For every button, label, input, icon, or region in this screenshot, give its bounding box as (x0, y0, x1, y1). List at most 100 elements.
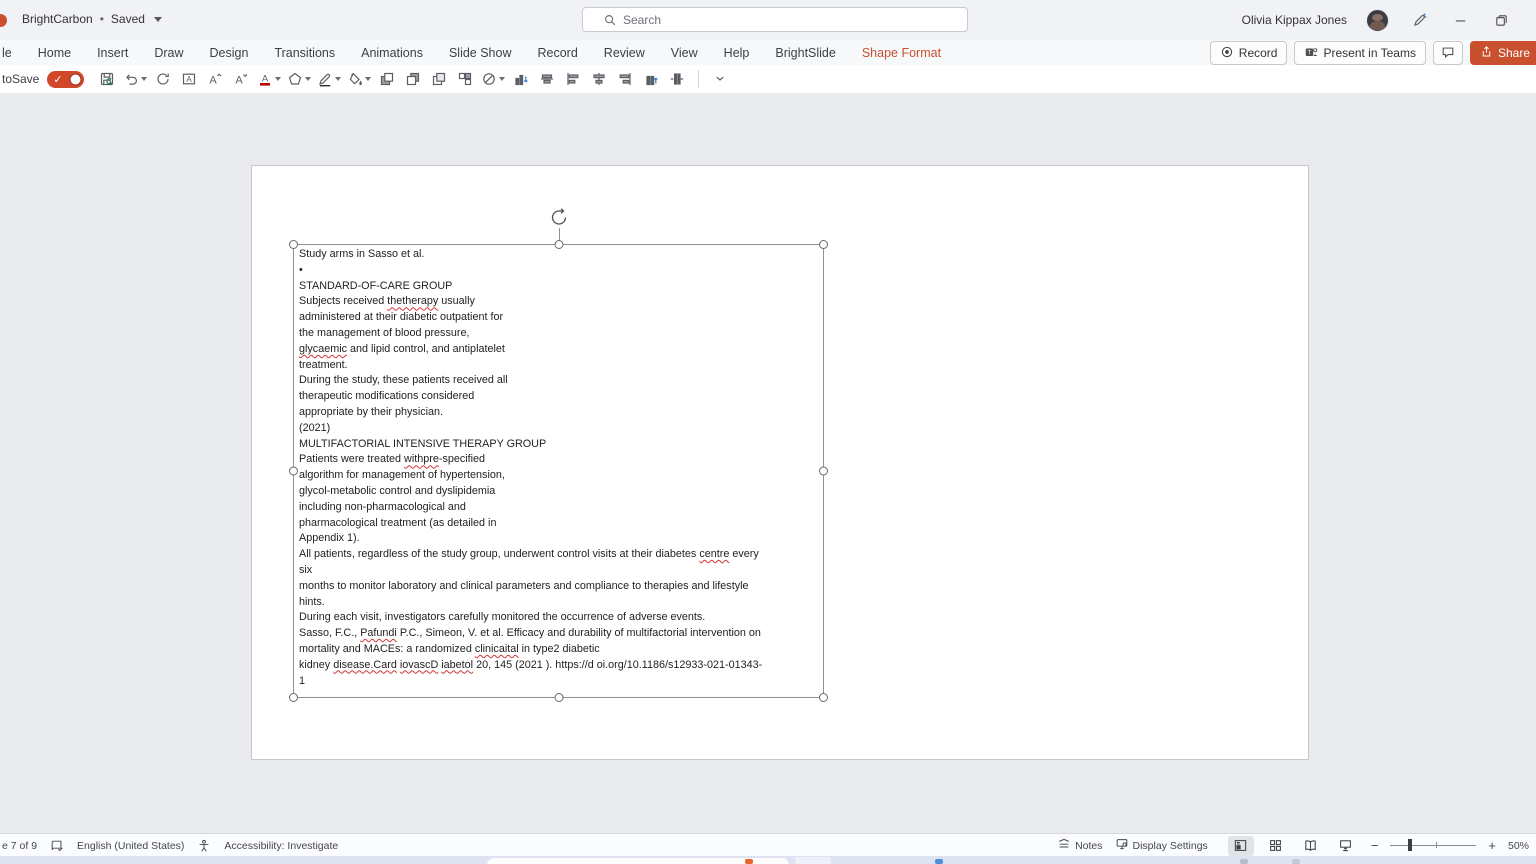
menu-tab-shape-format[interactable]: Shape Format (862, 46, 941, 60)
taskbar-app-icon[interactable] (1240, 859, 1248, 864)
textbox-line[interactable]: six (299, 563, 823, 579)
textbox-line[interactable]: STANDARD-OF-CARE GROUP (299, 279, 823, 295)
rotate-handle-icon[interactable] (548, 207, 569, 233)
resize-handle-bottom-right[interactable] (819, 693, 828, 702)
align-bottom-icon[interactable] (510, 68, 532, 90)
avatar[interactable] (1366, 8, 1389, 32)
taskbar-active-app[interactable] (795, 857, 831, 864)
increase-font-icon[interactable]: A (204, 68, 226, 90)
menu-tab-le[interactable]: le (2, 46, 12, 60)
fill-color-icon[interactable] (346, 68, 372, 90)
align-top-icon[interactable] (640, 68, 662, 90)
bring-to-front-icon[interactable] (428, 68, 450, 90)
menu-tab-slide-show[interactable]: Slide Show (449, 46, 512, 60)
minimize-button[interactable] (1449, 9, 1471, 31)
search-input[interactable]: Search (582, 7, 968, 32)
menu-tab-brightslide[interactable]: BrightSlide (775, 46, 835, 60)
zoom-slider-knob[interactable] (1408, 839, 1413, 851)
misspelled-word[interactable]: centre (699, 548, 729, 560)
zoom-slider[interactable] (1390, 839, 1477, 851)
taskbar-app-icon[interactable] (745, 859, 753, 864)
menu-tab-transitions[interactable]: Transitions (274, 46, 335, 60)
resize-handle-bottom-left[interactable] (289, 693, 298, 702)
textbox-line[interactable]: Subjects received thetherapy usually (299, 294, 823, 310)
windows-taskbar[interactable] (0, 856, 1536, 864)
slideshow-view-button[interactable] (1333, 836, 1359, 856)
redo-icon[interactable] (152, 68, 174, 90)
spell-check-icon[interactable] (50, 839, 64, 853)
menu-tab-help[interactable]: Help (724, 46, 750, 60)
notes-button[interactable]: Notes (1057, 837, 1103, 854)
shape-outline-icon[interactable] (286, 68, 312, 90)
textbox-line[interactable]: During each visit, investigators careful… (299, 610, 823, 626)
language-indicator[interactable]: English (United States) (77, 840, 184, 852)
zoom-level[interactable]: 50% (1508, 840, 1532, 852)
textbox-line[interactable]: glycol-metabolic control and dyslipidemi… (299, 484, 823, 500)
display-settings-button[interactable]: Display Settings (1115, 837, 1208, 854)
textbox-line[interactable]: administered at their diabetic outpatien… (299, 310, 823, 326)
menu-tab-design[interactable]: Design (210, 46, 249, 60)
reading-view-button[interactable] (1298, 836, 1324, 856)
align-right-icon[interactable] (614, 68, 636, 90)
textbox-line[interactable]: including non-pharmacological and (299, 500, 823, 516)
restore-button[interactable] (1490, 9, 1512, 31)
save-icon[interactable] (96, 68, 118, 90)
misspelled-word[interactable]: glycaemic (299, 343, 347, 355)
present-in-teams-button[interactable]: T Present in Teams (1294, 41, 1426, 65)
textbox-line[interactable]: the management of blood pressure, (299, 326, 823, 342)
textbox-line[interactable]: MULTIFACTORIAL INTENSIVE THERAPY GROUP (299, 437, 823, 453)
menu-tab-insert[interactable]: Insert (97, 46, 128, 60)
textbox-line[interactable]: treatment. (299, 358, 823, 374)
slide-sorter-view-button[interactable] (1263, 836, 1289, 856)
misspelled-word[interactable]: disease.Card (333, 659, 397, 671)
group-objects-icon[interactable] (454, 68, 476, 90)
taskbar-app-icon[interactable] (935, 859, 943, 864)
comments-button[interactable] (1432, 41, 1463, 65)
textbox-line[interactable]: 1 (299, 674, 823, 690)
menu-tab-draw[interactable]: Draw (154, 46, 183, 60)
textbox-line[interactable]: (2021) (299, 421, 823, 437)
no-fill-icon[interactable] (480, 68, 506, 90)
align-middle-icon[interactable] (536, 68, 558, 90)
textbox-line[interactable]: glycaemic and lipid control, and antipla… (299, 342, 823, 358)
textbox-line[interactable]: • (299, 263, 823, 279)
distribute-horizontal-icon[interactable] (666, 68, 688, 90)
slide-number-indicator[interactable]: e 7 of 9 (2, 840, 37, 852)
menu-tab-review[interactable]: Review (604, 46, 645, 60)
misspelled-word[interactable]: iabetol (441, 659, 473, 671)
textbox-line[interactable]: kidney disease.Card iovascD iabetol 20, … (299, 658, 823, 674)
taskbar-app-icon[interactable] (1292, 859, 1300, 864)
menu-tab-record[interactable]: Record (538, 46, 578, 60)
autosave-toggle[interactable]: ✓ (47, 70, 85, 88)
menu-tab-view[interactable]: View (671, 46, 698, 60)
zoom-out-button[interactable]: − (1371, 838, 1379, 853)
undo-icon[interactable] (122, 68, 148, 90)
text-box-content[interactable]: Study arms in Sasso et al. • STANDARD-OF-C… (299, 247, 823, 689)
send-backward-icon[interactable] (402, 68, 424, 90)
misspelled-word[interactable]: clinicaital (475, 643, 519, 655)
textbox-line[interactable]: pharmacological treatment (as detailed i… (299, 516, 823, 532)
align-left-icon[interactable] (562, 68, 584, 90)
textbox-line[interactable]: Sasso, F.C., Pafundi P.C., Simeon, V. et… (299, 626, 823, 642)
menu-tab-home[interactable]: Home (38, 46, 71, 60)
resize-handle-middle-left[interactable] (289, 466, 298, 476)
font-color-icon[interactable]: A (256, 68, 282, 90)
misspelled-word[interactable]: Pafundi (360, 627, 397, 639)
pen-mode-icon[interactable] (1408, 9, 1430, 31)
ribbon-collapse-icon[interactable] (709, 68, 731, 90)
textbox-line[interactable]: All patients, regardless of the study gr… (299, 547, 823, 563)
textbox-line[interactable]: algorithm for management of hypertension… (299, 468, 823, 484)
bring-forward-icon[interactable] (376, 68, 398, 90)
record-button[interactable]: Record (1209, 41, 1288, 65)
misspelled-word[interactable]: iovascD (400, 659, 438, 671)
textbox-line[interactable]: therapeutic modifications considered (299, 389, 823, 405)
textbox-line[interactable]: hints. (299, 595, 823, 611)
accessibility-status[interactable]: Accessibility: Investigate (224, 840, 338, 852)
decrease-font-icon[interactable]: A (230, 68, 252, 90)
normal-view-button[interactable] (1227, 835, 1254, 856)
draw-pen-icon[interactable] (316, 68, 342, 90)
textbox-line[interactable]: appropriate by their physician. (299, 405, 823, 421)
user-name[interactable]: Olivia Kippax Jones (1242, 13, 1347, 27)
selected-text-box[interactable]: Study arms in Sasso et al. • STANDARD-OF-C… (289, 208, 828, 702)
resize-handle-top-left[interactable] (289, 240, 298, 249)
